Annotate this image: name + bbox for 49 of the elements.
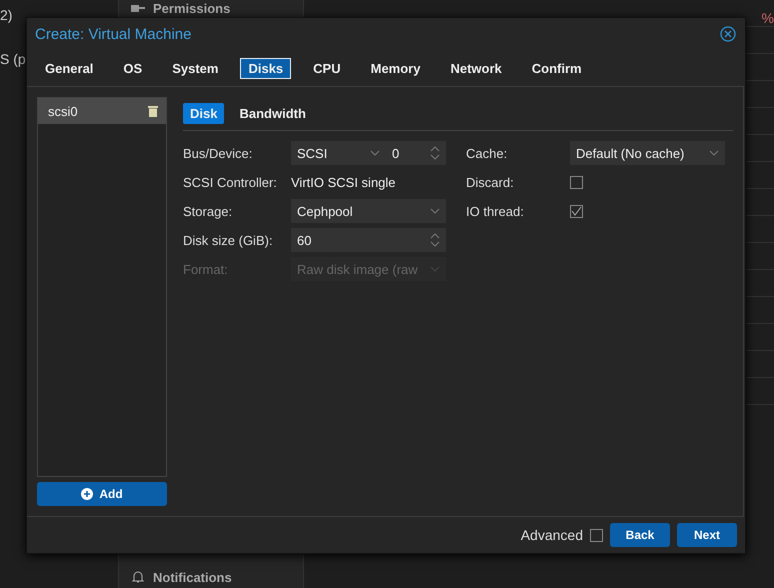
- field-label: Format:: [183, 262, 229, 276]
- field-label: SCSI Controller:: [183, 174, 278, 190]
- sub-tab[interactable]: Bandwidth: [232, 103, 313, 124]
- wizard-tab[interactable]: CPU: [305, 58, 349, 78]
- select-field[interactable]: Default (No cache): [570, 141, 725, 165]
- next-button[interactable]: Next: [677, 523, 737, 547]
- background-text: S (p: [0, 51, 27, 67]
- device-number-field[interactable]: 0: [386, 141, 446, 165]
- number-field[interactable]: 60: [291, 228, 446, 252]
- wizard-tab[interactable]: Disks: [240, 58, 292, 78]
- background-text: 2): [0, 7, 14, 23]
- wizard-tab[interactable]: Network: [442, 58, 510, 78]
- wizard-tab[interactable]: System: [164, 58, 226, 78]
- sub-tab[interactable]: Disk: [183, 103, 224, 124]
- bell-icon: [131, 570, 145, 584]
- plus-circle-icon: [81, 488, 94, 500]
- chevron-down-icon[interactable]: [430, 266, 440, 272]
- chevron-down-icon[interactable]: [370, 150, 380, 156]
- checkbox[interactable]: [570, 204, 583, 218]
- wizard-tab[interactable]: Confirm: [524, 58, 590, 78]
- back-button[interactable]: Back: [610, 523, 670, 547]
- dialog-title: Create: Virtual Machine: [35, 26, 192, 42]
- field-label: Bus/Device:: [183, 146, 254, 160]
- background-text: %: [762, 10, 774, 26]
- key-icon: [131, 2, 145, 14]
- checkbox[interactable]: [570, 176, 583, 188]
- field-label: Storage:: [183, 204, 234, 218]
- field-label: Discard:: [466, 174, 515, 190]
- bus-select[interactable]: SCSI: [291, 141, 386, 165]
- field-label: Cache:: [466, 146, 508, 160]
- wizard-tab[interactable]: General: [37, 58, 102, 78]
- spinner-arrows-icon[interactable]: [430, 232, 440, 248]
- select-field[interactable]: Cephpool: [291, 199, 446, 223]
- field-label: Disk size (GiB):: [183, 232, 274, 248]
- chevron-down-icon[interactable]: [709, 150, 719, 156]
- field-label: IO thread:: [466, 204, 525, 218]
- advanced-label: Advanced: [520, 527, 583, 543]
- field-value: VirtIO SCSI single: [291, 174, 396, 190]
- trash-icon[interactable]: [148, 105, 158, 117]
- wizard-tab[interactable]: Memory: [362, 58, 428, 78]
- wizard-tab[interactable]: OS: [115, 58, 150, 78]
- sidebar-item[interactable]: Notifications: [153, 570, 232, 584]
- spinner-arrows-icon[interactable]: [430, 145, 440, 161]
- sidebar-item[interactable]: Permissions: [153, 0, 230, 16]
- chevron-down-icon[interactable]: [430, 208, 440, 214]
- disk-list-item[interactable]: scsi0: [38, 98, 166, 124]
- close-icon[interactable]: [720, 26, 736, 42]
- add-button[interactable]: Add: [37, 482, 167, 506]
- checkbox[interactable]: [590, 528, 603, 542]
